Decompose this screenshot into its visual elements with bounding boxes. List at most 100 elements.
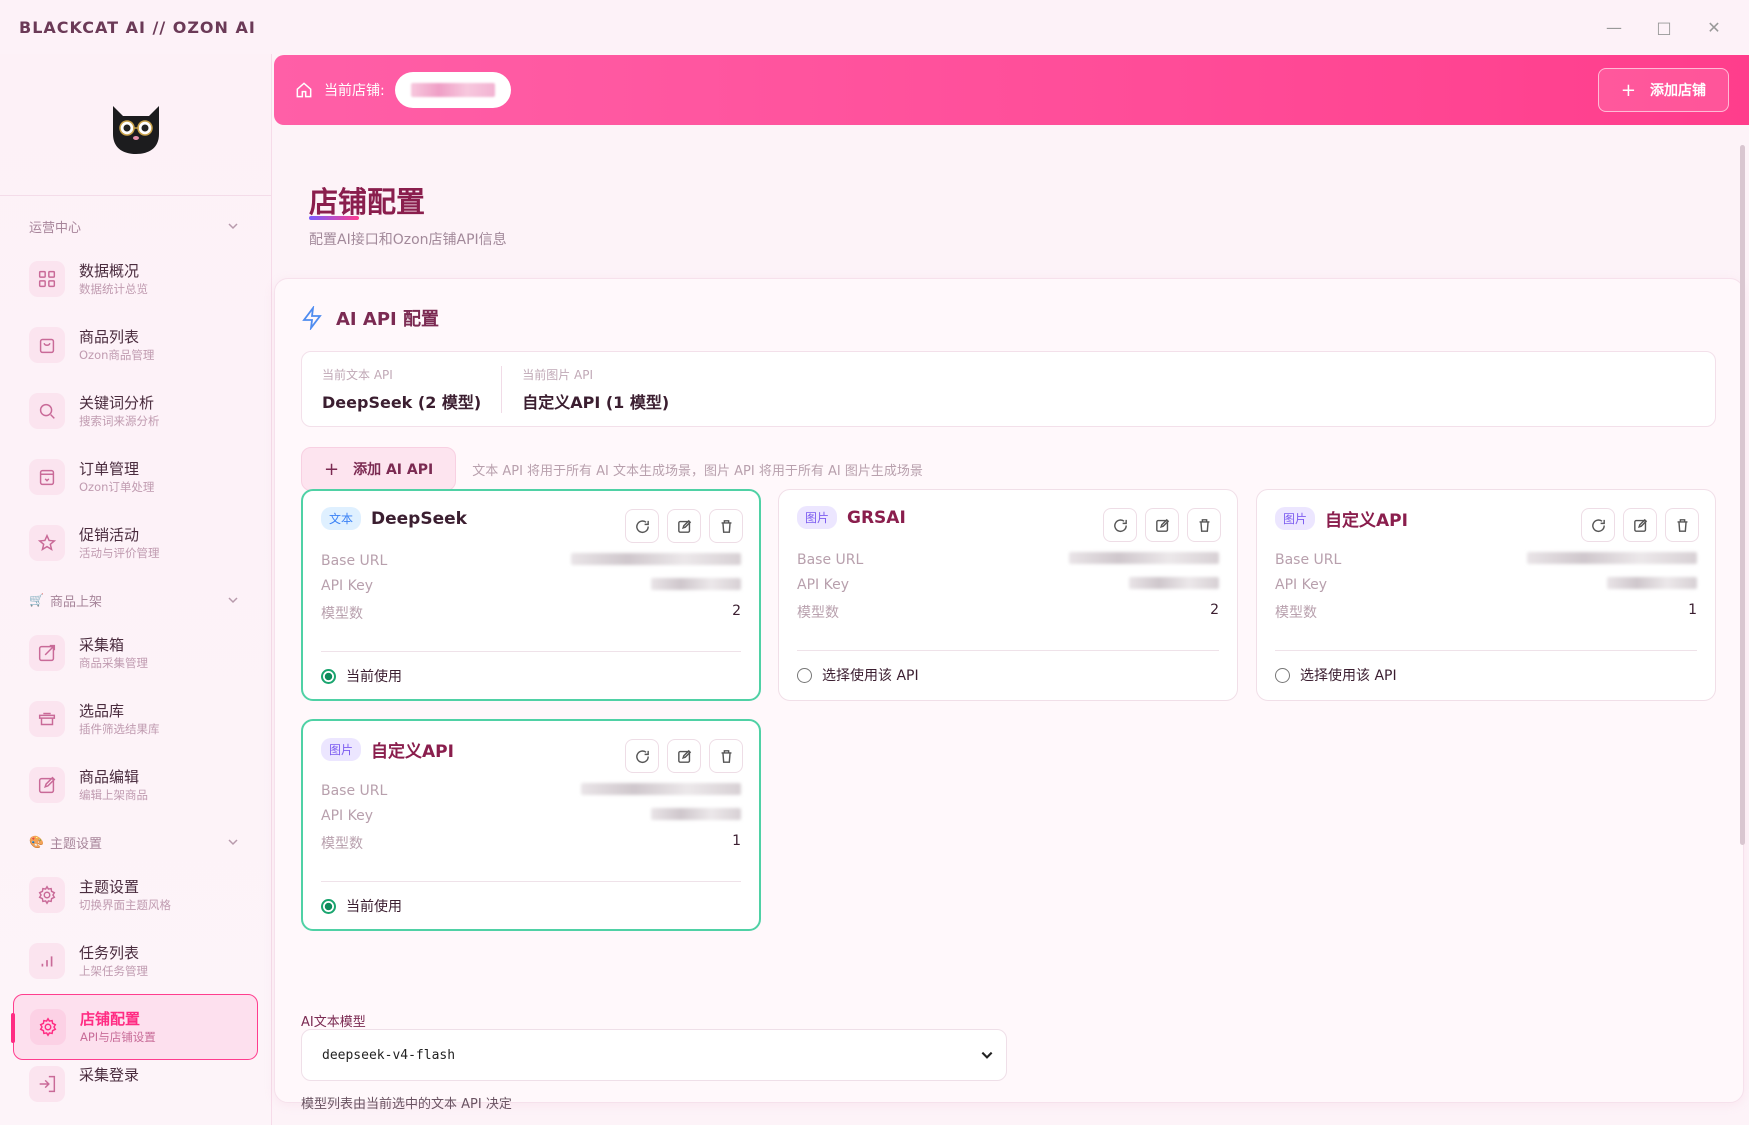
refresh-icon bbox=[1591, 518, 1605, 532]
delete-button[interactable] bbox=[1187, 508, 1221, 542]
chevron-down-icon bbox=[981, 1051, 993, 1059]
section-header-operations[interactable]: 运营中心 bbox=[0, 206, 271, 246]
sidebar-item-dashboard[interactable]: 数据概况 数据统计总览 bbox=[13, 246, 258, 312]
sidebar-item-label: 采集登录 bbox=[79, 1066, 140, 1084]
cart-icon: 🛒 bbox=[29, 593, 44, 607]
sidebar-item-label: 关键词分析 bbox=[79, 393, 155, 412]
plus-icon: + bbox=[1620, 79, 1636, 101]
sidebar-item-store-config[interactable]: 店铺配置 API与店铺设置 bbox=[11, 994, 258, 1060]
chevron-down-icon bbox=[228, 839, 238, 846]
edit-icon bbox=[1633, 518, 1647, 532]
sidebar-item-label: 任务列表 bbox=[79, 943, 140, 962]
radio-selected bbox=[321, 898, 336, 914]
edit-button[interactable] bbox=[667, 509, 701, 543]
close-button[interactable]: ✕ bbox=[1689, 0, 1739, 54]
sidebar-item-collect-box[interactable]: 采集箱 商品采集管理 bbox=[13, 620, 258, 686]
sidebar-item-orders[interactable]: 订单管理 Ozon订单处理 bbox=[13, 444, 258, 510]
refresh-button[interactable] bbox=[625, 739, 659, 773]
bar-chart-icon bbox=[41, 956, 53, 967]
add-ai-api-label: 添加 AI API bbox=[353, 462, 434, 478]
delete-button[interactable] bbox=[709, 739, 743, 773]
ai-text-model-select[interactable]: deepseek-v4-flash bbox=[301, 1029, 1007, 1081]
api-key-redacted bbox=[1129, 577, 1219, 589]
avatar-area bbox=[0, 54, 271, 196]
use-api-radio[interactable]: 当前使用 bbox=[321, 666, 402, 686]
refresh-button[interactable] bbox=[1581, 508, 1615, 542]
sidebar-item-label: 数据概况 bbox=[79, 261, 140, 280]
title-underline bbox=[309, 216, 359, 220]
api-key-label: API Key bbox=[1275, 577, 1327, 593]
refresh-icon bbox=[635, 749, 649, 763]
lightning-icon bbox=[302, 306, 322, 330]
api-card-custom-2[interactable]: 图片 自定义API Base URL API Key 模型数 1 当前使用 bbox=[301, 719, 761, 931]
radio-unselected bbox=[797, 667, 812, 683]
edit-button[interactable] bbox=[667, 739, 701, 773]
api-key-redacted bbox=[651, 808, 741, 820]
main-scrollbar[interactable] bbox=[1740, 145, 1745, 845]
minimize-button[interactable]: — bbox=[1589, 0, 1639, 54]
sidebar-item-task-list[interactable]: 任务列表 上架任务管理 bbox=[13, 928, 258, 994]
refresh-button[interactable] bbox=[625, 509, 659, 543]
base-url-redacted bbox=[571, 553, 741, 565]
main-content: 店铺配置 配置AI接口和Ozon店铺API信息 AI API 配置 当前文本 A… bbox=[274, 145, 1744, 1125]
sidebar-item-sublabel: API与店铺设置 bbox=[80, 1029, 156, 1044]
chevron-down-icon bbox=[228, 597, 238, 604]
api-card-grsai[interactable]: 图片 GRSAI Base URL API Key 模型数 2 选择使用该 API bbox=[778, 489, 1238, 701]
sidebar-item-sublabel: 数据统计总览 bbox=[79, 281, 148, 296]
api-key-label: API Key bbox=[797, 577, 849, 593]
sidebar-item-theme-settings[interactable]: 主题设置 切换界面主题风格 bbox=[13, 862, 258, 928]
radio-selected bbox=[321, 668, 336, 684]
sidebar-item-label: 商品列表 bbox=[79, 327, 140, 346]
api-key-redacted bbox=[651, 578, 741, 590]
api-type-tag: 文本 bbox=[321, 507, 362, 530]
ai-text-model-label: AI文本模型 bbox=[301, 1015, 366, 1030]
edit-icon bbox=[677, 519, 691, 533]
api-card-custom-1[interactable]: 图片 自定义API Base URL API Key 模型数 1 选择使用该 AP… bbox=[1256, 489, 1716, 701]
app-title: BLACKCAT AI // OZON AI bbox=[19, 17, 256, 37]
api-card-deepseek[interactable]: 文本 DeepSeek Base URL API Key 模型数 2 当前使用 bbox=[301, 489, 761, 701]
section-title: 运营中心 bbox=[29, 220, 82, 236]
selected-model-value: deepseek-v4-flash bbox=[322, 1047, 456, 1063]
use-api-radio[interactable]: 当前使用 bbox=[321, 896, 402, 916]
maximize-button[interactable]: □ bbox=[1639, 0, 1689, 54]
add-store-button[interactable]: + 添加店铺 bbox=[1597, 68, 1729, 112]
current-store-selector[interactable] bbox=[394, 72, 511, 108]
edit-button[interactable] bbox=[1145, 508, 1179, 542]
use-api-radio[interactable]: 选择使用该 API bbox=[797, 665, 919, 685]
sidebar-item-collect-login[interactable]: 采集登录 bbox=[13, 1060, 258, 1104]
sidebar-item-promotions[interactable]: 促销活动 活动与评价管理 bbox=[13, 510, 258, 576]
sidebar-item-keywords[interactable]: 关键词分析 搜索词来源分析 bbox=[13, 378, 258, 444]
sidebar-item-product-library[interactable]: 选品库 插件筛选结果库 bbox=[13, 686, 258, 752]
sidebar: 运营中心 数据概况 数据统计总览 商品列表 Ozon商品管理 关键词分析 搜索词来源分… bbox=[0, 54, 272, 1125]
section-header-theme[interactable]: 🎨 主题设置 bbox=[0, 822, 271, 862]
search-icon bbox=[39, 403, 55, 419]
black-cat-logo bbox=[112, 105, 159, 154]
base-url-redacted bbox=[581, 783, 741, 795]
title-bar: BLACKCAT AI // OZON AI — □ ✕ bbox=[0, 0, 1749, 54]
edit-button[interactable] bbox=[1623, 508, 1657, 542]
sidebar-item-sublabel: 切换界面主题风格 bbox=[79, 897, 171, 912]
ai-api-config-card: AI API 配置 当前文本 API DeepSeek (2 模型) 当前图片 … bbox=[274, 278, 1744, 1112]
edit-icon bbox=[38, 776, 56, 794]
refresh-button[interactable] bbox=[1103, 508, 1137, 542]
refresh-icon bbox=[1113, 518, 1127, 532]
sidebar-item-product-edit[interactable]: 商品编辑 编辑上架商品 bbox=[13, 752, 258, 818]
sidebar-item-label: 主题设置 bbox=[79, 877, 140, 896]
store-banner: 当前店铺: + 添加店铺 bbox=[274, 55, 1749, 125]
model-count-value: 1 bbox=[732, 833, 741, 849]
add-ai-api-button[interactable]: + 添加 AI API bbox=[301, 447, 457, 491]
section-header-listing[interactable]: 🛒 商品上架 bbox=[0, 580, 271, 620]
sidebar-item-label: 促销活动 bbox=[79, 525, 140, 544]
current-api-summary: 当前文本 API DeepSeek (2 模型) 当前图片 API 自定义API… bbox=[301, 351, 1716, 427]
edit-icon bbox=[677, 749, 691, 763]
store-icon bbox=[39, 469, 55, 486]
delete-button[interactable] bbox=[709, 509, 743, 543]
api-name: GRSAI bbox=[847, 507, 906, 528]
sidebar-item-sublabel: 活动与评价管理 bbox=[79, 545, 160, 560]
radio-unselected bbox=[1275, 667, 1290, 683]
status-label: 选择使用该 API bbox=[822, 668, 919, 684]
sidebar-item-products[interactable]: 商品列表 Ozon商品管理 bbox=[13, 312, 258, 378]
use-api-radio[interactable]: 选择使用该 API bbox=[1275, 665, 1397, 685]
base-url-redacted bbox=[1527, 552, 1697, 564]
delete-button[interactable] bbox=[1665, 508, 1699, 542]
